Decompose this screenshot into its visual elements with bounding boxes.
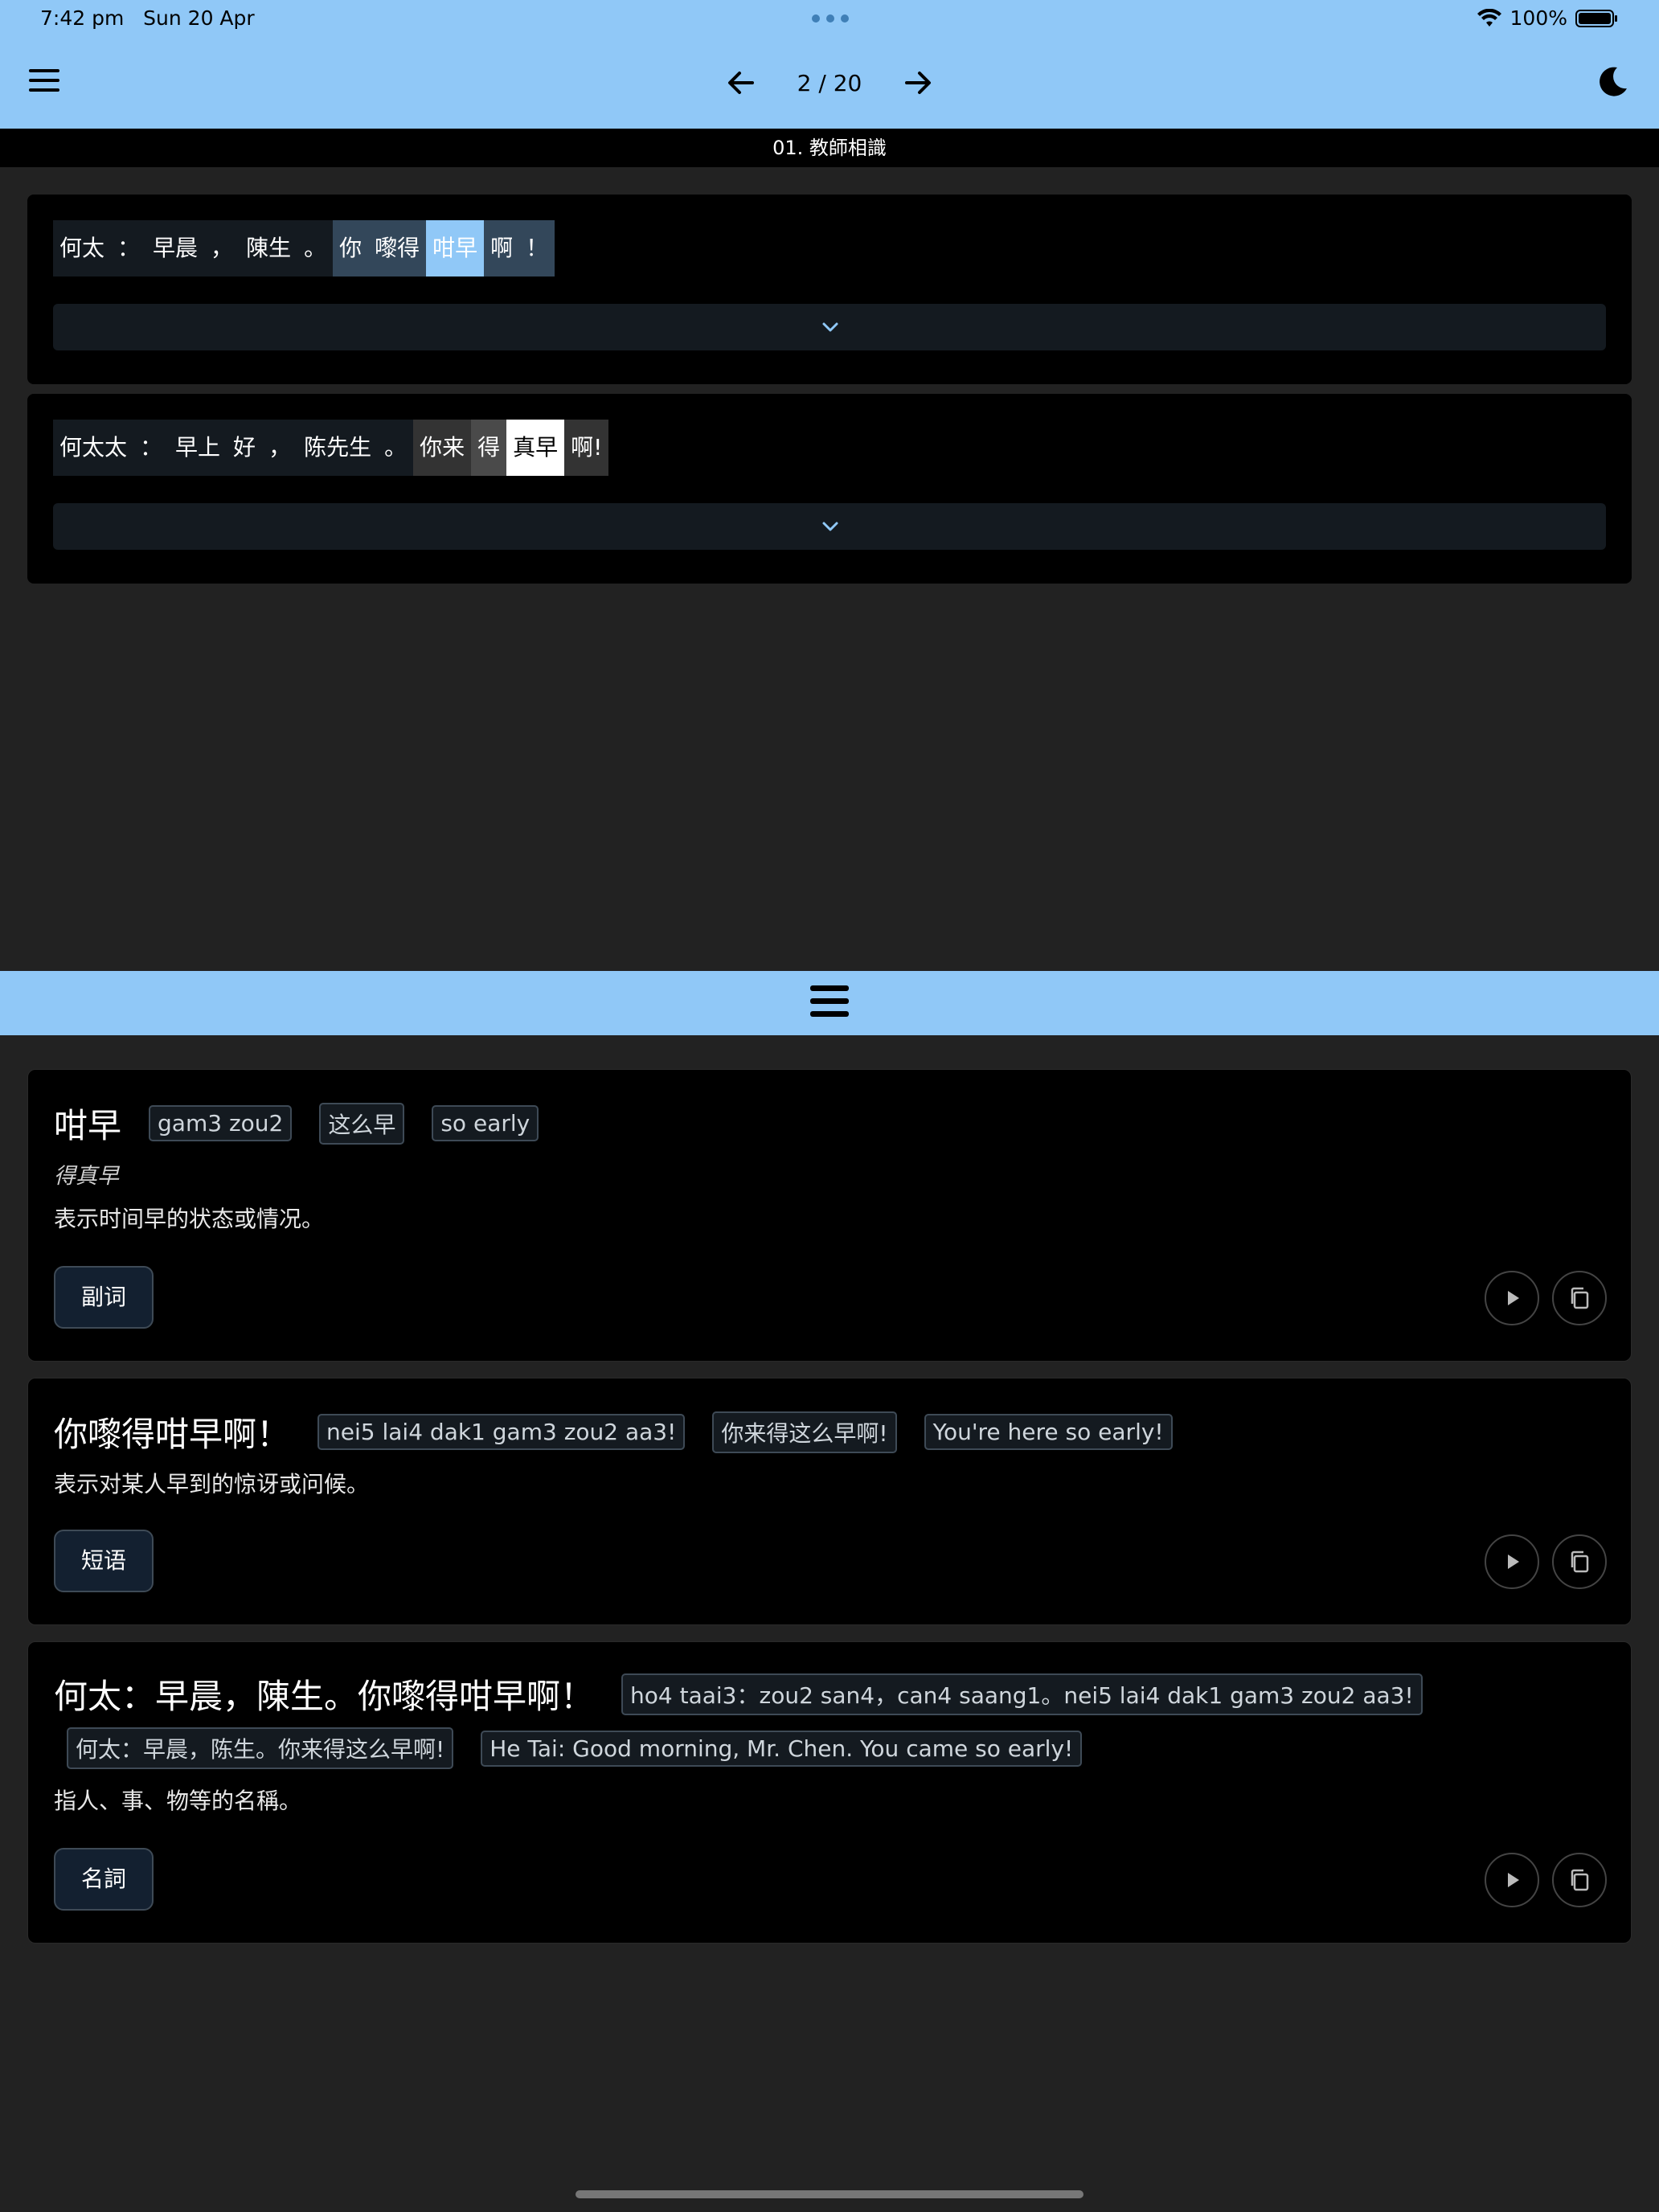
play-button[interactable] [1485, 1853, 1539, 1907]
status-time: 7:42 pm [40, 6, 125, 30]
sentence-token[interactable]: 你 [333, 220, 369, 276]
mandarin-chip: 这么早 [319, 1102, 405, 1145]
home-indicator[interactable] [576, 2190, 1083, 2198]
status-date: Sun 20 Apr [143, 6, 255, 30]
sentence-token[interactable]: ： [133, 420, 170, 476]
vocab-entry-card: 你嚟得咁早啊！ nei5 lai4 dak1 gam3 zou2 aa3! 你来… [27, 1378, 1632, 1625]
status-right: 100% [1477, 6, 1619, 30]
sentence-tokens: 何太太：早上好，陈先生。你来得真早 啊! [53, 420, 609, 476]
sentence-card: 何太：早晨，陳生。你嚟得 咁早啊！ [27, 195, 1632, 384]
sentence-token[interactable]: 真早 [506, 420, 565, 476]
expand-button[interactable] [53, 304, 1606, 350]
sentence-token[interactable]: 何太太 [53, 420, 134, 476]
sentence-tokens: 何太：早晨，陳生。你嚟得 咁早啊！ [53, 220, 555, 276]
mandarin-chip: 你来得这么早啊! [712, 1411, 897, 1453]
sentence-token[interactable]: 陈先生 [297, 420, 379, 476]
part-of-speech-button[interactable]: 短语 [54, 1530, 154, 1592]
vocab-entry-card: 何太：早晨，陳生。你嚟得咁早啊！ ho4 taai3：zou2 san4，can… [27, 1641, 1632, 1944]
play-icon [1508, 1291, 1519, 1305]
sentence-token[interactable]: ， [204, 220, 240, 276]
copy-button[interactable] [1552, 1534, 1607, 1589]
play-icon [1508, 1555, 1519, 1569]
chevron-down-icon [822, 522, 838, 531]
sentence-token[interactable]: 早晨 [146, 220, 205, 276]
copy-button[interactable] [1552, 1853, 1607, 1907]
sentence-token[interactable]: 嚟得 [368, 220, 427, 276]
sentence-token[interactable]: ： [111, 220, 147, 276]
play-button[interactable] [1485, 1271, 1539, 1325]
entry-title: 你嚟得咁早啊！ [54, 1415, 291, 1454]
hamburger-icon [29, 69, 59, 72]
sentence-token[interactable]: 咁早 [426, 220, 485, 276]
chevron-down-icon [822, 322, 838, 332]
entry-alternate: 得真早 [54, 1164, 119, 1189]
drag-handle-icon [810, 985, 849, 1021]
sentence-token[interactable]: 。 [378, 420, 414, 476]
battery-icon [1575, 9, 1617, 27]
expand-button[interactable] [53, 503, 1606, 550]
copy-icon [1571, 1869, 1589, 1891]
entry-title: 何太：早晨，陳生。你嚟得咁早啊！ [54, 1677, 595, 1716]
sentence-token[interactable]: ， [262, 420, 298, 476]
copy-icon [1571, 1550, 1589, 1573]
page-navigator: 2 / 20 [723, 63, 936, 103]
sentence-token[interactable]: 早上 [169, 420, 227, 476]
entry-description: 指人、事、物等的名稱。 [54, 1788, 302, 1814]
entry-description: 表示对某人早到的惊讶或问候。 [54, 1471, 370, 1497]
sentence-card: 何太太：早上好，陈先生。你来得真早 啊! [27, 394, 1632, 584]
english-chip: He Tai: Good morning, Mr. Chen. You came… [481, 1730, 1083, 1767]
app-screen: 7:42 pm Sun 20 Apr 100% 2 / 20 01. 教師相識 … [0, 0, 1659, 2212]
copy-icon [1571, 1287, 1589, 1309]
entry-translations: 何太：早晨，陈生。你来得这么早啊! He Tai: Good morning, … [67, 1727, 1083, 1769]
battery-percent: 100% [1509, 6, 1567, 30]
lesson-title: 01. 教師相識 [0, 129, 1659, 167]
mandarin-chip: 何太：早晨，陈生。你来得这么早啊! [67, 1727, 454, 1769]
copy-button[interactable] [1552, 1271, 1607, 1325]
jyutping-chip: ho4 taai3：zou2 san4，can4 saang1。nei5 lai… [621, 1673, 1423, 1715]
wifi-icon [1477, 8, 1501, 27]
sentence-token[interactable]: 啊 [484, 220, 520, 276]
jyutping-chip: gam3 zou2 [149, 1105, 293, 1141]
vocab-entry-card: 咁早 gam3 zou2 这么早 so early 得真早 表示时间早的状态或情… [27, 1069, 1632, 1362]
page-counter: 2 / 20 [797, 69, 862, 96]
sentence-token[interactable]: 。 [297, 220, 334, 276]
sentence-token[interactable]: 得 [471, 420, 507, 476]
sentence-token[interactable]: 你来 [413, 420, 472, 476]
english-chip: so early [432, 1105, 539, 1141]
sentence-token[interactable]: ！ [519, 220, 555, 276]
play-button[interactable] [1485, 1534, 1539, 1589]
arrow-left-icon[interactable] [723, 65, 759, 100]
menu-button[interactable] [29, 69, 61, 95]
arrow-right-icon[interactable] [900, 65, 936, 100]
status-time-date: 7:42 pm Sun 20 Apr [40, 6, 255, 30]
play-icon [1508, 1873, 1519, 1887]
entry-header: 你嚟得咁早啊！ nei5 lai4 dak1 gam3 zou2 aa3! 你来… [54, 1407, 1173, 1456]
panel-resize-handle[interactable] [0, 971, 1659, 1035]
english-chip: You're here so early! [924, 1414, 1173, 1450]
jyutping-chip: nei5 lai4 dak1 gam3 zou2 aa3! [317, 1414, 686, 1450]
sentence-token[interactable]: 啊! [564, 420, 609, 476]
sentence-token[interactable]: 陳生 [240, 220, 298, 276]
sentence-token[interactable]: 何太 [53, 220, 112, 276]
sentence-token[interactable]: 好 [227, 420, 263, 476]
entry-description: 表示时间早的状态或情况。 [54, 1206, 325, 1232]
part-of-speech-button[interactable]: 副词 [54, 1266, 154, 1329]
entry-header: 咁早 gam3 zou2 这么早 so early [54, 1099, 539, 1148]
entry-title: 咁早 [54, 1106, 122, 1145]
dark-mode-moon-icon[interactable] [1595, 64, 1630, 100]
top-app-bar: 7:42 pm Sun 20 Apr 100% 2 / 20 [0, 0, 1659, 129]
entry-header: 何太：早晨，陳生。你嚟得咁早啊！ ho4 taai3：zou2 san4，can… [54, 1669, 1423, 1718]
part-of-speech-button[interactable]: 名詞 [54, 1848, 154, 1911]
multitask-dots-icon[interactable] [812, 14, 849, 23]
